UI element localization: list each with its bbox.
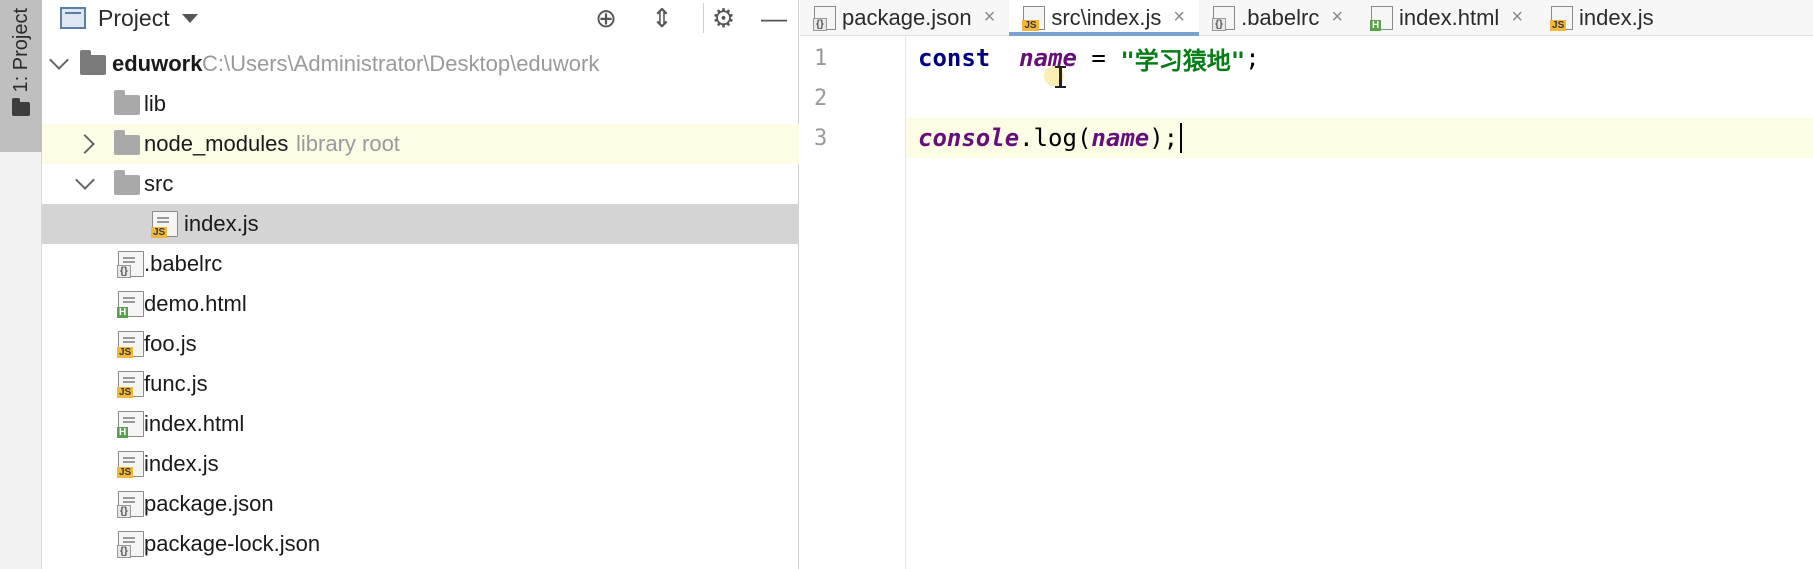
chevron-down-icon bbox=[181, 13, 198, 23]
project-view-icon bbox=[60, 7, 86, 29]
close-icon[interactable]: × bbox=[1331, 6, 1343, 29]
chevron-down-icon[interactable] bbox=[49, 50, 69, 70]
keyword-const: const bbox=[918, 44, 991, 72]
js-file-icon: JS bbox=[151, 211, 178, 238]
method-log: log bbox=[1033, 124, 1077, 152]
root-folder-name: eduwork bbox=[112, 51, 203, 76]
close-icon[interactable]: × bbox=[984, 6, 996, 29]
operator-assign: = bbox=[1076, 44, 1121, 72]
html-file-icon: H bbox=[1370, 5, 1394, 31]
tree-item-label: package-lock.json bbox=[144, 531, 321, 556]
tree-item-label: index.js bbox=[144, 451, 219, 476]
folder-icon bbox=[114, 130, 140, 155]
tab-label: .babelrc bbox=[1241, 4, 1320, 30]
tab-index-html[interactable]: H index.html × bbox=[1357, 0, 1537, 35]
library-root-hint: library root bbox=[296, 131, 400, 156]
code-line-2[interactable] bbox=[906, 78, 1813, 118]
folder-icon bbox=[12, 98, 30, 117]
config-file-icon: {} bbox=[813, 5, 836, 31]
tool-window-strip: 1: Project bbox=[0, 0, 42, 569]
tree-item-label: foo.js bbox=[144, 331, 197, 356]
tab-index-js[interactable]: JS index.js bbox=[1537, 0, 1668, 35]
tool-window-label: 1: Project bbox=[9, 8, 32, 93]
tab-package-json[interactable]: {} package.json × bbox=[800, 0, 1009, 35]
js-file-icon: JS bbox=[117, 451, 144, 478]
html-file-icon: H bbox=[117, 411, 144, 438]
project-tree: eduwork C:\Users\Administrator\Desktop\e… bbox=[42, 44, 799, 564]
tab-label: index.js bbox=[1579, 4, 1654, 30]
project-panel-title: Project bbox=[98, 4, 170, 31]
code-editor[interactable]: const name = "学习猿地"; console. log(name); bbox=[906, 36, 1813, 569]
tab-src-index-js[interactable]: JS src\index.js × bbox=[1009, 0, 1200, 36]
folder-icon bbox=[80, 50, 106, 75]
folder-icon bbox=[114, 90, 140, 115]
html-file-icon: H bbox=[117, 291, 144, 318]
close-icon[interactable]: × bbox=[1511, 6, 1523, 29]
project-panel: Project ⊕ ⇕ ⚙ — eduwork C:\Users\Adminis… bbox=[42, 0, 799, 569]
tree-row-babelrc[interactable]: {} .babelrc bbox=[42, 244, 799, 284]
tree-row-node-modules[interactable]: node_modules library root bbox=[42, 124, 799, 164]
gear-icon[interactable]: ⚙ bbox=[703, 3, 735, 33]
tree-item-label: lib bbox=[144, 91, 167, 116]
config-file-icon: {} bbox=[1212, 5, 1236, 31]
tree-row-package-json[interactable]: {} package.json bbox=[42, 484, 799, 524]
root-folder-path: C:\Users\Administrator\Desktop\eduwork bbox=[202, 51, 600, 76]
project-panel-header: Project ⊕ ⇕ ⚙ — bbox=[42, 0, 799, 36]
tab-label: index.html bbox=[1399, 4, 1500, 30]
locate-icon[interactable]: ⊕ bbox=[591, 3, 621, 33]
tree-row-func-js[interactable]: JS func.js bbox=[42, 364, 799, 404]
collapse-all-icon[interactable]: ⇕ bbox=[647, 3, 677, 33]
tab-label: src\index.js bbox=[1051, 4, 1162, 30]
tree-item-label: index.html bbox=[144, 411, 245, 436]
js-file-icon: JS bbox=[1550, 5, 1574, 31]
string-literal: "学习猿地" bbox=[1120, 46, 1246, 75]
tree-row-src-index-js[interactable]: JS index.js bbox=[42, 204, 799, 244]
line-number: 3 bbox=[814, 126, 828, 151]
chevron-down-icon[interactable] bbox=[75, 170, 95, 190]
tree-item-label: func.js bbox=[144, 371, 208, 396]
text-caret bbox=[1180, 123, 1183, 153]
line-number: 2 bbox=[814, 86, 828, 111]
folder-icon bbox=[114, 170, 140, 195]
config-file-icon: {} bbox=[117, 491, 144, 518]
line-number: 1 bbox=[814, 46, 828, 71]
tree-row-index-js[interactable]: JS index.js bbox=[42, 444, 799, 484]
console-object: console bbox=[918, 124, 1020, 152]
tree-row-demo-html[interactable]: H demo.html bbox=[42, 284, 799, 324]
chevron-right-icon[interactable] bbox=[75, 134, 95, 154]
js-file-icon: JS bbox=[1022, 5, 1046, 31]
tab-babelrc[interactable]: {} .babelrc × bbox=[1199, 0, 1357, 35]
config-file-icon: {} bbox=[117, 251, 144, 278]
project-view-selector[interactable]: Project bbox=[60, 5, 198, 32]
code-line-3[interactable]: console. log(name); bbox=[906, 118, 1813, 158]
js-file-icon: JS bbox=[117, 371, 144, 398]
js-file-icon: JS bbox=[117, 331, 144, 358]
tree-item-label: src bbox=[144, 171, 174, 196]
tree-item-label: index.js bbox=[184, 211, 259, 236]
tree-row-index-html[interactable]: H index.html bbox=[42, 404, 799, 444]
close-icon[interactable]: × bbox=[1173, 6, 1185, 29]
tree-row-foo-js[interactable]: JS foo.js bbox=[42, 324, 799, 364]
editor-area: {} package.json × JS src\index.js × {} .… bbox=[800, 0, 1813, 569]
line-number-gutter: 1 2 3 bbox=[800, 36, 906, 569]
tree-item-label: node_modules bbox=[144, 131, 289, 156]
minimize-icon[interactable]: — bbox=[759, 3, 789, 33]
config-file-icon: {} bbox=[117, 531, 144, 558]
semicolon: ; bbox=[1245, 44, 1260, 72]
project-tool-window-button[interactable]: 1: Project bbox=[0, 0, 42, 152]
tree-row-package-lock-json[interactable]: {} package-lock.json bbox=[42, 524, 799, 564]
tree-row-src[interactable]: src bbox=[42, 164, 799, 204]
tree-item-label: package.json bbox=[144, 491, 274, 516]
tree-row-lib[interactable]: lib bbox=[42, 84, 799, 124]
tree-item-label: .babelrc bbox=[144, 251, 223, 276]
tree-row-root[interactable]: eduwork C:\Users\Administrator\Desktop\e… bbox=[42, 44, 799, 84]
tab-label: package.json bbox=[842, 4, 972, 30]
editor-tab-bar: {} package.json × JS src\index.js × {} .… bbox=[800, 0, 1813, 36]
tree-item-label: demo.html bbox=[144, 291, 247, 316]
argument-name: name bbox=[1091, 124, 1150, 152]
code-line-1[interactable]: const name = "学习猿地"; bbox=[906, 38, 1813, 78]
